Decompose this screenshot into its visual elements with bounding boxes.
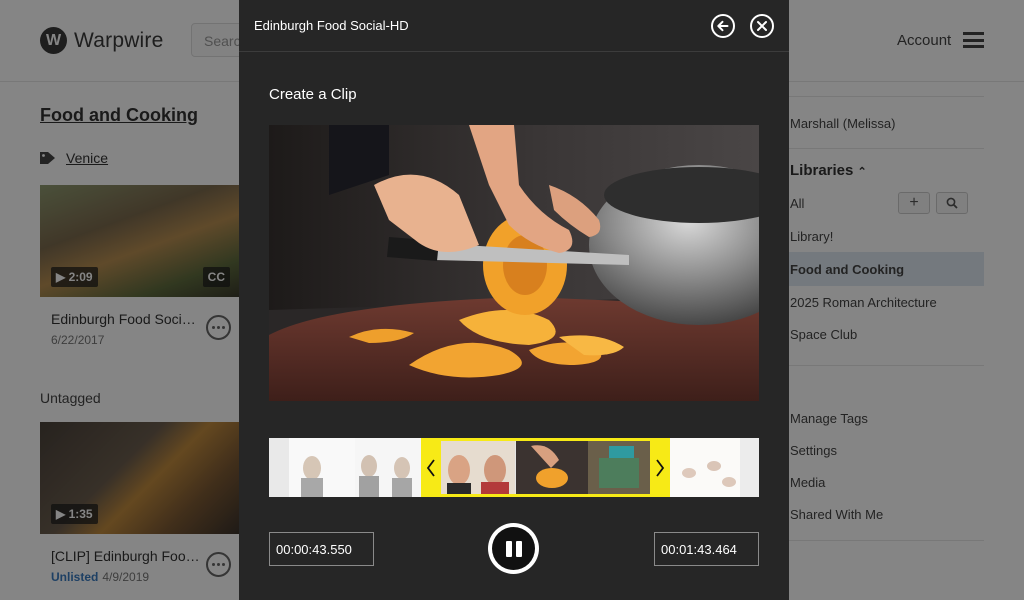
pause-button[interactable]	[488, 523, 539, 574]
video-frame-image	[269, 125, 759, 401]
clip-end-time-input[interactable]	[654, 532, 759, 566]
close-icon	[757, 21, 767, 31]
create-clip-heading: Create a Clip	[269, 86, 357, 103]
selection-border-bottom	[421, 494, 670, 497]
clip-timeline[interactable]	[269, 438, 759, 497]
unselected-region-right	[670, 438, 759, 497]
back-button[interactable]	[711, 14, 735, 38]
chevron-right-icon	[656, 458, 665, 477]
modal-title: Edinburgh Food Social-HD	[254, 18, 409, 33]
clip-end-handle[interactable]	[650, 438, 670, 497]
selection-border-top	[421, 438, 670, 441]
modal-header: Edinburgh Food Social-HD	[239, 0, 789, 52]
video-player[interactable]	[269, 125, 759, 401]
clip-start-handle[interactable]	[421, 438, 441, 497]
pause-icon	[492, 527, 535, 570]
unselected-region-left	[269, 438, 421, 497]
chevron-left-icon	[426, 458, 435, 477]
close-button[interactable]	[750, 14, 774, 38]
create-clip-modal: Edinburgh Food Social-HD Create a Clip	[239, 0, 789, 600]
clip-start-time-input[interactable]	[269, 532, 374, 566]
arrow-left-icon	[717, 20, 729, 32]
